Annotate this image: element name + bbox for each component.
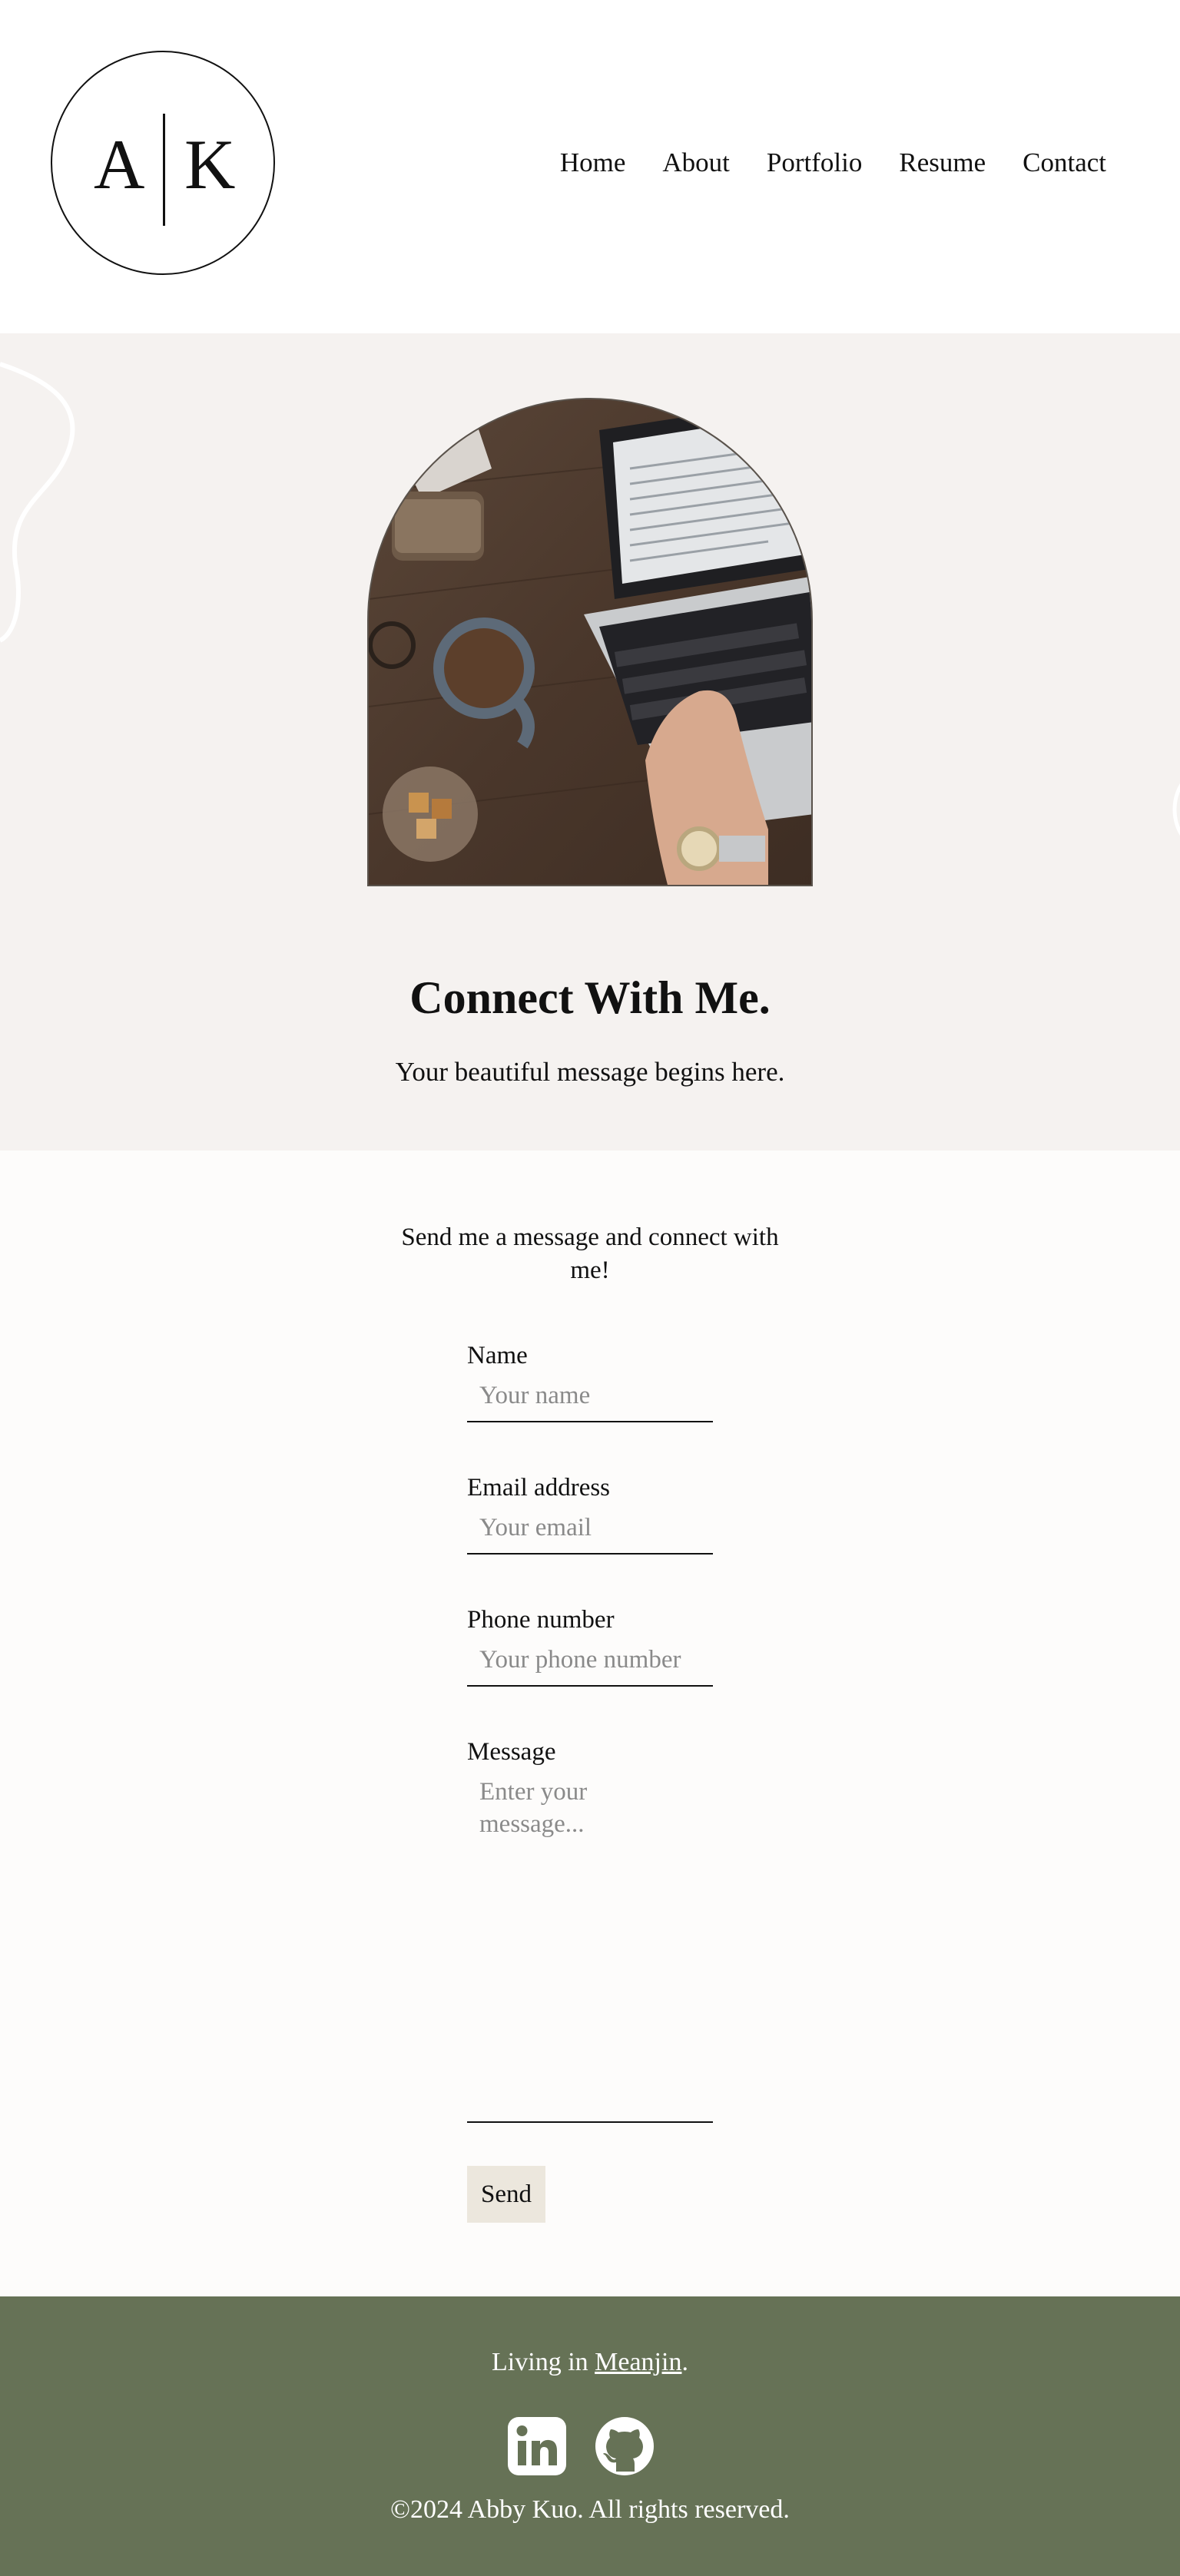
decorative-edge-curve (1172, 783, 1180, 836)
decorative-squiggle (0, 362, 75, 643)
location-text: Living in Meanjin. (0, 2346, 1180, 2379)
page-subtitle: Your beautiful message begins here. (395, 1057, 785, 1087)
form-intro: Send me a message and connect with me! (401, 1223, 779, 1284)
email-field-group: Email address Your email (467, 1472, 713, 1555)
nav-resume[interactable]: Resume (899, 146, 986, 180)
logo-letter-left: A (94, 125, 145, 204)
logo-letter-right: K (184, 125, 236, 204)
location-prefix: Living in (492, 2348, 595, 2376)
linkedin-icon[interactable] (507, 2416, 567, 2476)
message-placeholder: Enter your message... (479, 1778, 588, 1838)
location-link[interactable]: Meanjin (595, 2348, 681, 2376)
site-header: A K Home About Portfolio Resume Contact (0, 0, 1180, 333)
github-icon[interactable] (595, 2416, 655, 2476)
send-button[interactable]: Send (467, 2166, 545, 2223)
nav-home[interactable]: Home (560, 146, 626, 180)
contact-form-section: Send me a message and connect with me! N… (0, 1151, 1180, 2296)
email-label: Email address (467, 1474, 611, 1502)
email-input[interactable]: Your email (467, 1511, 713, 1555)
desk-laptop-illustration (369, 399, 811, 885)
nav-about[interactable]: About (662, 146, 730, 180)
phone-label: Phone number (467, 1606, 615, 1634)
copyright: ©2024 Abby Kuo. All rights reserved. (390, 2495, 790, 2524)
phone-input[interactable]: Your phone number (467, 1644, 713, 1687)
message-field-group: Message Enter your message... (467, 1736, 713, 2123)
message-label: Message (467, 1738, 556, 1766)
name-input[interactable]: Your name (467, 1379, 713, 1422)
phone-field-group: Phone number Your phone number (467, 1604, 713, 1687)
name-field-group: Name Your name (467, 1339, 713, 1422)
message-textarea[interactable]: Enter your message... (467, 1776, 713, 2123)
main-nav: Home About Portfolio Resume Contact (560, 146, 1106, 180)
page-title: Connect With Me. (409, 972, 771, 1023)
location-suffix: . (681, 2348, 688, 2376)
site-footer: Living in Meanjin. ©2024 Abby Kuo. All r… (0, 2296, 1180, 2576)
hero-section: Connect With Me. Your beautiful message … (0, 333, 1180, 1151)
hero-image (367, 398, 813, 886)
logo-divider (163, 114, 165, 226)
nav-contact[interactable]: Contact (1023, 146, 1106, 180)
name-label: Name (467, 1342, 528, 1369)
nav-portfolio[interactable]: Portfolio (767, 146, 862, 180)
social-links (507, 2416, 673, 2476)
logo[interactable]: A K (51, 51, 275, 275)
